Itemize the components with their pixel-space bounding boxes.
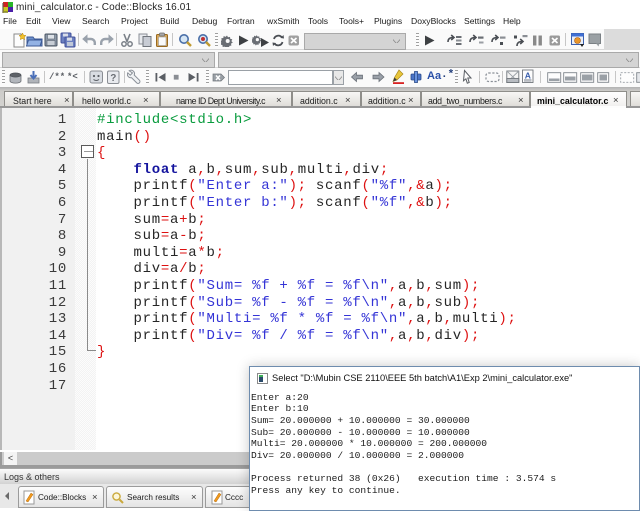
svg-text:A: A (525, 71, 531, 81)
svg-text:?: ? (110, 73, 116, 84)
